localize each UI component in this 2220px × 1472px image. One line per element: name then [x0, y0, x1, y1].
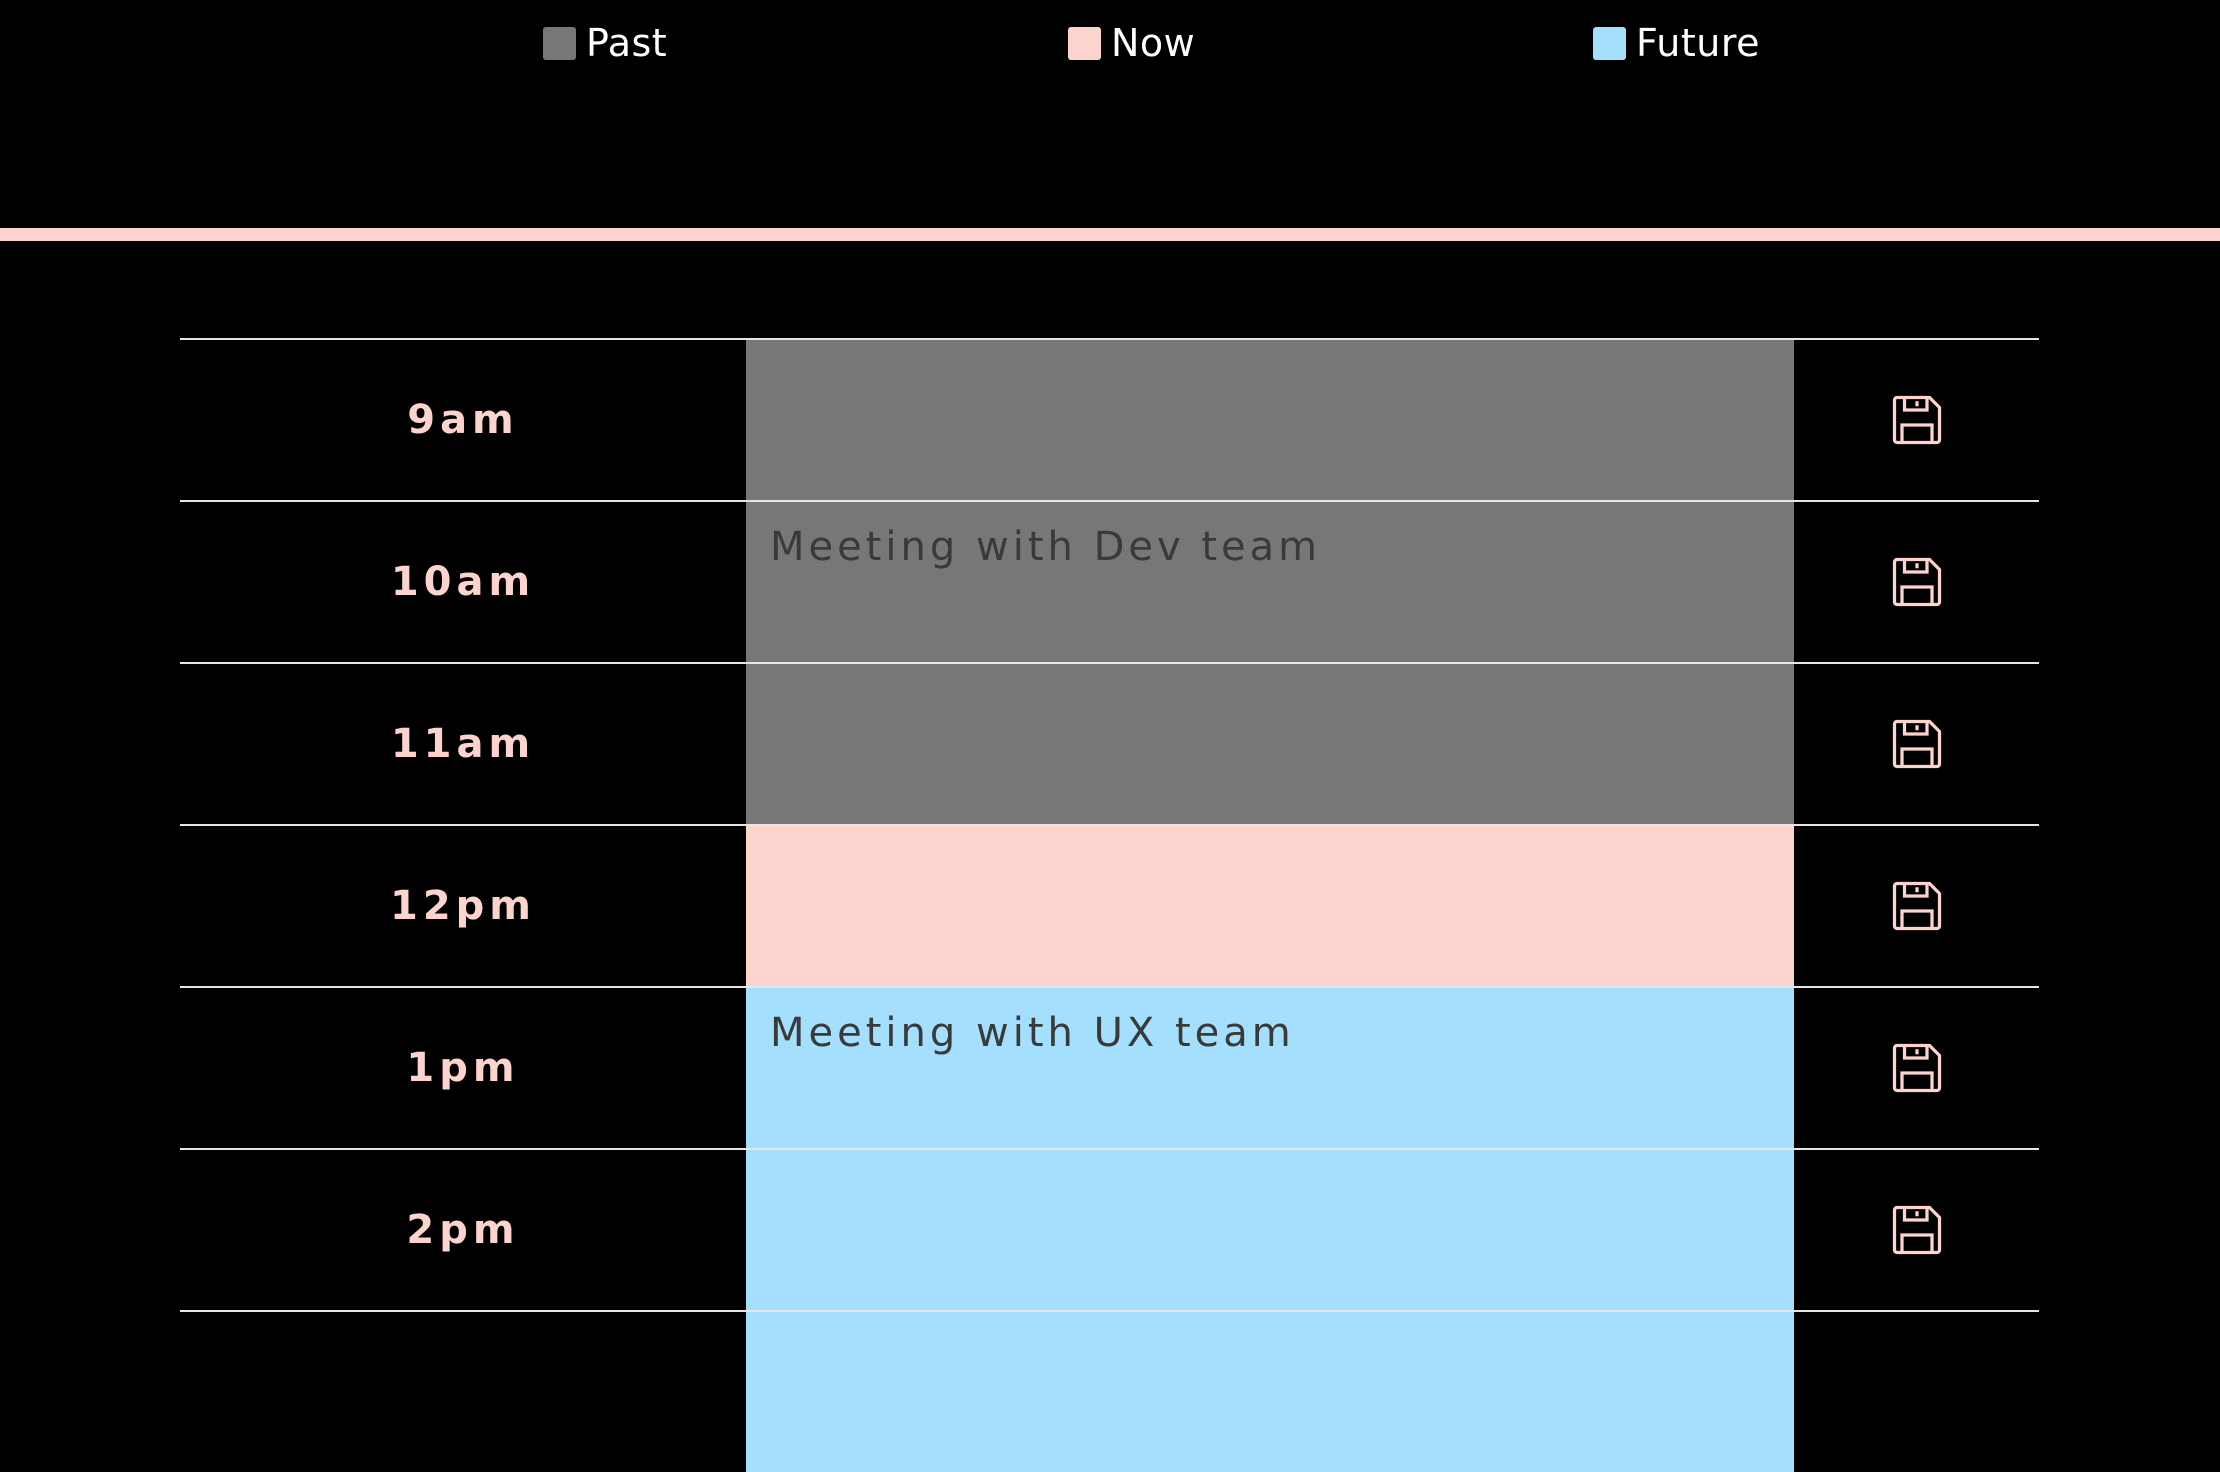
event-description-input[interactable] [746, 340, 1794, 500]
save-button[interactable] [1887, 714, 1947, 774]
legend-swatch-future [1593, 26, 1626, 60]
save-cell [1794, 988, 2039, 1148]
event-description-input[interactable] [746, 664, 1794, 824]
save-button[interactable] [1887, 552, 1947, 612]
hour-label: 1pm [406, 1045, 520, 1091]
save-cell [1794, 1312, 2039, 1472]
schedule: 9am 10am 11am 12pm [180, 338, 2039, 1472]
save-button[interactable] [1887, 1038, 1947, 1098]
save-cell [1794, 1150, 2039, 1310]
time-block-row: 11am [180, 662, 2039, 824]
legend-label-now: Now [1111, 21, 1196, 65]
event-description-input[interactable] [746, 1312, 1794, 1472]
time-block-row: 9am [180, 338, 2039, 500]
legend-item-future: Future [1593, 18, 1760, 68]
event-description-input[interactable] [746, 1150, 1794, 1310]
legend-label-future: Future [1636, 21, 1761, 65]
legend: Past Now Future [0, 18, 2220, 68]
floppy-disk-icon [1892, 1043, 1941, 1093]
hour-label: 10am [390, 559, 536, 605]
header-divider [0, 228, 2220, 241]
save-cell [1794, 664, 2039, 824]
legend-label-past: Past [586, 21, 668, 65]
hour-label: 9am [407, 397, 519, 443]
legend-item-now: Now [1068, 18, 1195, 68]
floppy-disk-icon [1892, 719, 1941, 769]
legend-swatch-now [1068, 26, 1101, 60]
floppy-disk-icon [1892, 1205, 1941, 1255]
event-description-input[interactable] [746, 502, 1794, 662]
hour-label [180, 1312, 746, 1472]
hour-label: 2pm [406, 1207, 520, 1253]
floppy-disk-icon [1892, 881, 1941, 931]
save-button[interactable] [1887, 876, 1947, 936]
hour-label: 11am [390, 721, 536, 767]
time-block-row: 1pm [180, 986, 2039, 1148]
hour-label: 12pm [390, 883, 536, 929]
time-block-row: 2pm [180, 1148, 2039, 1310]
legend-swatch-past [543, 26, 576, 60]
time-block-row [180, 1310, 2039, 1472]
save-button[interactable] [1887, 390, 1947, 450]
save-cell [1794, 340, 2039, 500]
save-button[interactable] [1887, 1200, 1947, 1260]
time-block-row: 12pm [180, 824, 2039, 986]
event-description-input[interactable] [746, 988, 1794, 1148]
save-cell [1794, 826, 2039, 986]
floppy-disk-icon [1892, 557, 1941, 607]
floppy-disk-icon [1892, 395, 1941, 445]
event-description-input[interactable] [746, 826, 1794, 986]
legend-item-past: Past [543, 18, 667, 68]
save-cell [1794, 502, 2039, 662]
time-block-row: 10am [180, 500, 2039, 662]
